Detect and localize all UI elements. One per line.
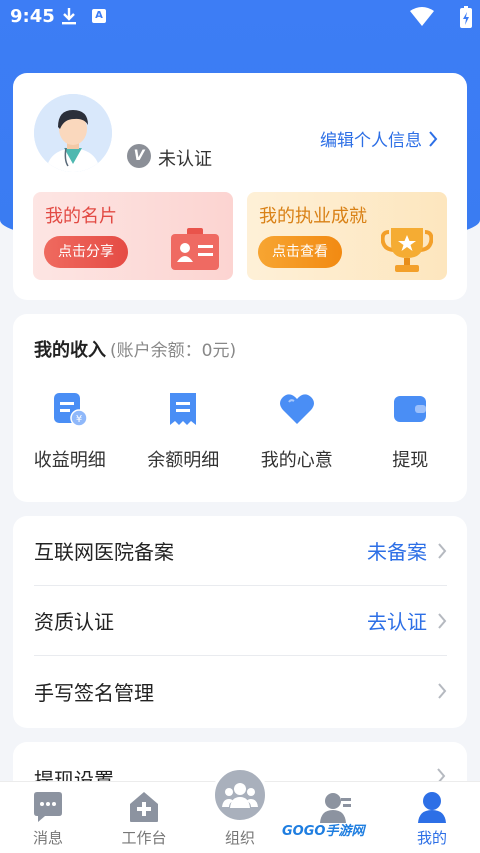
list-item-label: 手写签名管理: [34, 680, 154, 705]
nav-messages[interactable]: 消息: [0, 782, 96, 853]
chevron-right-icon: [438, 612, 447, 629]
account-balance: (账户余额：0元): [110, 341, 237, 361]
heart-icon: [279, 394, 314, 424]
list-item-signature[interactable]: 手写签名管理: [34, 656, 447, 726]
trophy-icon: [381, 228, 433, 272]
wifi-icon: [410, 7, 434, 26]
list-item-hospital-filing[interactable]: 互联网医院备案 未备案: [34, 516, 447, 586]
settings-list-card: 互联网医院备案 未备案 资质认证 去认证 手写签名管理: [13, 516, 467, 728]
organization-icon: [222, 783, 258, 808]
filing-status: 未备案: [367, 540, 427, 564]
income-item-my-gift[interactable]: 我的心意: [240, 390, 354, 472]
organization-button[interactable]: [212, 767, 268, 823]
battery-icon: [460, 6, 472, 28]
achievement-title: 我的执业成就: [259, 206, 367, 227]
a-notification-icon: A: [92, 9, 106, 23]
list-item-qualification[interactable]: 资质认证 去认证: [34, 586, 447, 656]
doctor-avatar-icon: [34, 94, 112, 172]
income-item-label: 余额明细: [147, 450, 220, 471]
income-items: ¥ 收益明细 余额明细 我的心意 提现: [13, 390, 467, 472]
nav-label: 工作台: [121, 829, 167, 847]
income-item-income-detail[interactable]: ¥ 收益明细: [13, 390, 127, 472]
edit-profile-link[interactable]: 编辑个人信息: [320, 126, 438, 151]
business-card-title: 我的名片: [45, 206, 117, 227]
wallet-icon: [394, 396, 427, 422]
workbench-icon: [130, 792, 158, 822]
income-item-label: 我的心意: [260, 450, 333, 471]
qualification-status: 去认证: [367, 610, 427, 634]
download-icon: [62, 8, 76, 25]
business-card-tile[interactable]: 我的名片 点击分享: [33, 192, 233, 280]
list-item-label: 互联网医院备案: [34, 540, 174, 564]
chevron-right-icon: [429, 130, 438, 147]
view-button[interactable]: 点击查看: [258, 236, 342, 268]
status-bar: 9:45 A: [0, 0, 480, 36]
income-card: 我的收入 (账户余额：0元) ¥ 收益明细 余额明细 我的心意 提现: [13, 314, 467, 502]
nav-patients[interactable]: [288, 782, 384, 853]
income-item-label: 提现: [392, 450, 429, 471]
achievement-tile[interactable]: 我的执业成就 点击查看: [247, 192, 447, 280]
verify-badge-icon: V: [127, 144, 151, 168]
income-item-label: 收益明细: [33, 450, 106, 471]
message-icon: [34, 792, 62, 822]
patient-icon: [320, 793, 351, 823]
income-title: 我的收入 (账户余额：0元): [34, 336, 236, 362]
nav-label: 我的: [416, 829, 447, 847]
income-item-balance-detail[interactable]: 余额明细: [127, 390, 241, 472]
nav-label: 消息: [32, 829, 63, 847]
income-detail-icon: ¥: [53, 393, 88, 427]
avatar[interactable]: [34, 94, 112, 172]
list-item-label: 资质认证: [34, 610, 114, 634]
profile-icon: [418, 792, 446, 823]
income-title-label: 我的收入: [34, 340, 106, 361]
receipt-icon: [170, 393, 197, 425]
auth-status: 未认证: [158, 149, 212, 170]
id-card-icon: [171, 228, 219, 270]
nav-workbench[interactable]: 工作台: [96, 782, 192, 853]
share-button[interactable]: 点击分享: [44, 236, 128, 268]
status-time: 9:45: [10, 6, 55, 27]
edit-profile-label: 编辑个人信息: [320, 131, 422, 151]
svg-text:¥: ¥: [76, 414, 82, 425]
nav-mine[interactable]: 我的: [384, 782, 480, 853]
profile-card: V 未认证 编辑个人信息 我的名片 点击分享 我的执业成就 点击查看: [13, 73, 467, 300]
chevron-right-icon: [438, 683, 447, 699]
nav-label: 组织: [224, 829, 255, 847]
watermark-logo: GOGO手游网: [282, 824, 365, 839]
income-item-withdraw[interactable]: 提现: [354, 390, 468, 472]
chevron-right-icon: [438, 542, 447, 559]
